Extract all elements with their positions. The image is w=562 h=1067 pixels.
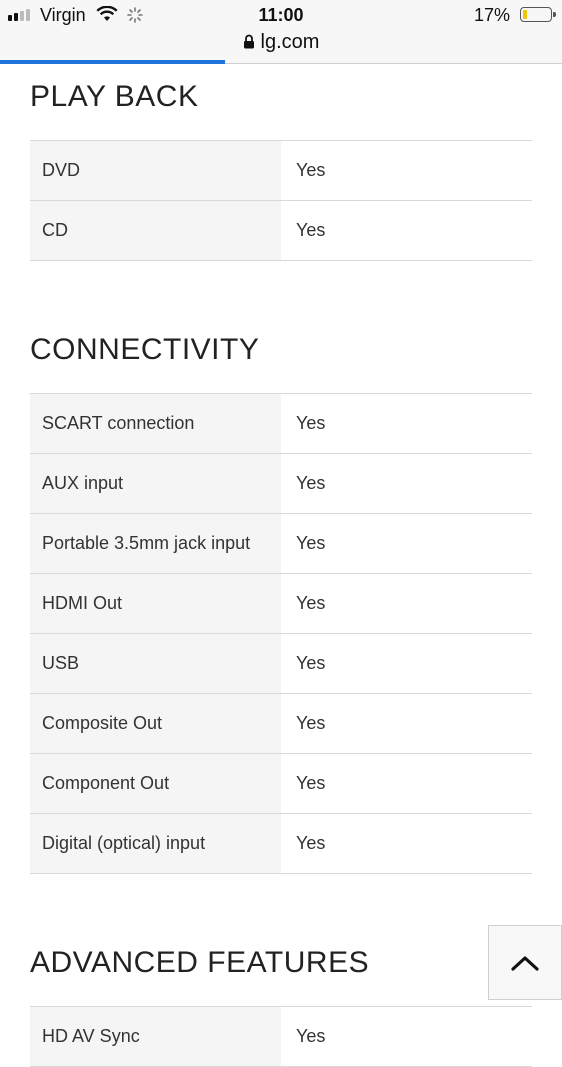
- spec-label: Portable 3.5mm jack input: [30, 514, 281, 573]
- spec-row: HD AV Sync Yes: [30, 1007, 532, 1067]
- spec-table-play-back: DVD Yes CD Yes: [30, 140, 532, 261]
- spec-row: USB Yes: [30, 634, 532, 694]
- spec-value: Yes: [281, 634, 532, 693]
- spec-value: Yes: [281, 141, 532, 200]
- spec-row: Digital (optical) input Yes: [30, 814, 532, 874]
- section-title-connectivity: CONNECTIVITY: [30, 333, 260, 366]
- spec-row: CD Yes: [30, 201, 532, 261]
- battery-percentage: 17%: [473, 5, 510, 25]
- spec-label: Digital (optical) input: [30, 814, 281, 873]
- spec-row: SCART connection Yes: [30, 394, 532, 454]
- spec-row: HDMI Out Yes: [30, 574, 532, 634]
- spec-row: DVD Yes: [30, 141, 532, 201]
- spec-value: Yes: [281, 814, 532, 873]
- spec-row: Component Out Yes: [30, 754, 532, 814]
- battery-icon: [520, 7, 556, 22]
- spec-label: SCART connection: [30, 394, 281, 453]
- spec-label: HD AV Sync: [30, 1007, 281, 1066]
- section-title-advanced-features: ADVANCED FEATURES: [30, 946, 370, 979]
- spec-value: Yes: [281, 201, 532, 260]
- spec-value: Yes: [281, 574, 532, 633]
- browser-address-bar[interactable]: lg.com: [0, 30, 562, 64]
- spec-label: USB: [30, 634, 281, 693]
- spec-table-connectivity: SCART connection Yes AUX input Yes Porta…: [30, 393, 532, 874]
- url-text: lg.com: [260, 31, 320, 53]
- spec-label: Composite Out: [30, 694, 281, 753]
- spec-value: Yes: [281, 394, 532, 453]
- spec-label: Component Out: [30, 754, 281, 813]
- spec-table-advanced-features: HD AV Sync Yes: [30, 1006, 532, 1067]
- chevron-up-icon: [511, 955, 539, 971]
- spec-value: Yes: [281, 1007, 532, 1066]
- spec-label: DVD: [30, 141, 281, 200]
- spec-label: HDMI Out: [30, 574, 281, 633]
- spec-label: CD: [30, 201, 281, 260]
- spec-row: AUX input Yes: [30, 454, 532, 514]
- spec-row: Portable 3.5mm jack input Yes: [30, 514, 532, 574]
- spec-value: Yes: [281, 514, 532, 573]
- lock-icon: [243, 34, 254, 49]
- spec-label: AUX input: [30, 454, 281, 513]
- url-display[interactable]: lg.com: [0, 31, 562, 54]
- spec-value: Yes: [281, 694, 532, 753]
- status-bar: Virgin 11:00 17%: [0, 0, 562, 30]
- spec-content: PLAY BACK DVD Yes CD Yes CONNECTIVITY SC…: [30, 64, 532, 1067]
- back-to-top-button[interactable]: [488, 925, 562, 1000]
- section-title-play-back: PLAY BACK: [30, 80, 199, 113]
- spec-row: Composite Out Yes: [30, 694, 532, 754]
- spec-value: Yes: [281, 754, 532, 813]
- battery-level-fill: [523, 10, 527, 19]
- spec-value: Yes: [281, 454, 532, 513]
